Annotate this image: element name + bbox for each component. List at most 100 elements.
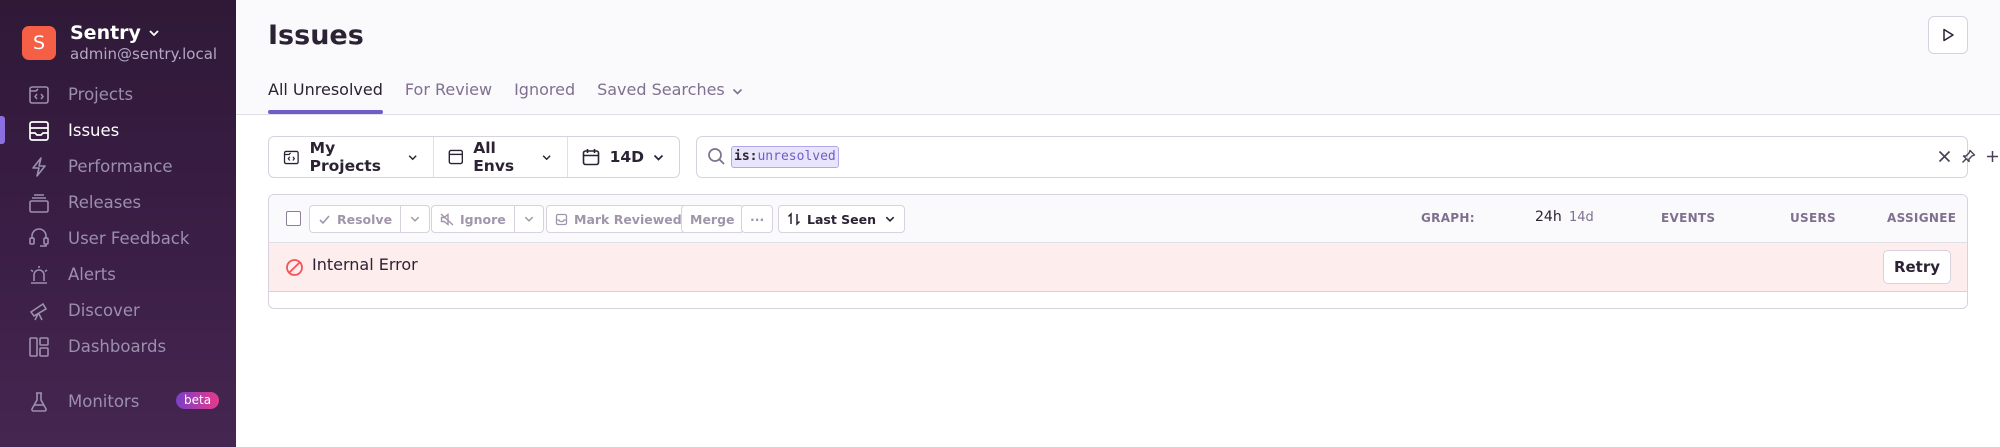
search-icon (708, 148, 725, 165)
plus-icon[interactable] (1985, 149, 2000, 164)
search-query-token[interactable]: is:unresolved (731, 146, 839, 168)
sort-button[interactable]: Last Seen (778, 205, 906, 233)
more-actions-button[interactable]: ··· (741, 205, 774, 233)
pin-icon[interactable] (1961, 149, 1976, 164)
graph-column-label: GRAPH: (1421, 211, 1475, 225)
monitors-icon (31, 392, 47, 412)
search-input[interactable]: is:unresolved (696, 136, 1998, 178)
ignore-button[interactable]: Ignore (432, 206, 515, 232)
resolve-dropdown-button[interactable] (401, 206, 429, 232)
sidebar-item-projects[interactable]: Projects (0, 76, 236, 112)
tab-label: Ignored (514, 80, 576, 99)
date-range-filter-label: 14D (609, 148, 644, 166)
projects-icon (283, 150, 299, 164)
error-icon (286, 259, 303, 276)
issue-tabs: All Unresolved For Review Ignored Saved … (268, 80, 766, 114)
resolve-button-group: Resolve (309, 205, 431, 233)
sidebar-item-monitors[interactable]: Monitors beta (0, 383, 236, 419)
assignee-column-label: ASSIGNEE (1887, 211, 1957, 225)
discover-icon (29, 302, 48, 321)
sidebar-item-releases[interactable]: Releases (0, 184, 236, 220)
sidebar-item-label: User Feedback (68, 228, 190, 248)
beta-badge: beta (176, 392, 220, 409)
issue-list-header: Resolve Ignore Mark Reviewed Merge ··· L… (269, 195, 1967, 243)
tab-label: All Unresolved (268, 80, 383, 99)
window-icon (448, 149, 463, 165)
page-filter-bar: My Projects All Envs 14D (268, 136, 680, 178)
more-actions-label: ··· (750, 211, 765, 227)
graph-period-14d[interactable]: 14d (1569, 210, 1594, 225)
sidebar-item-label: Discover (68, 300, 140, 320)
chevron-down-icon (542, 154, 551, 160)
projects-icon (29, 86, 49, 104)
tab-ignored[interactable]: Ignored (514, 80, 575, 114)
search-value: unresolved (757, 149, 836, 164)
play-icon (1943, 28, 1954, 42)
merge-button[interactable]: Merge (681, 205, 744, 233)
select-all-checkbox[interactable] (286, 211, 301, 226)
error-alert: Internal Error Retry (269, 243, 1967, 292)
clear-icon[interactable] (1937, 149, 1952, 164)
sort-label: Last Seen (807, 211, 877, 227)
sidebar-item-discover[interactable]: Discover (0, 292, 236, 328)
tab-label: For Review (404, 80, 493, 99)
active-indicator (0, 116, 5, 144)
events-column-label: EVENTS (1661, 211, 1716, 225)
merge-label: Merge (690, 211, 735, 227)
issues-icon (29, 121, 49, 141)
page-header: Issues All Unresolved For Review Ignored… (236, 0, 2000, 115)
inbox-icon (555, 213, 568, 225)
org-name: Sentry (70, 22, 141, 44)
chevron-down-icon (732, 88, 742, 95)
user-feedback-icon (29, 228, 49, 247)
org-avatar: S (22, 25, 56, 60)
sidebar-item-label: Issues (68, 120, 120, 140)
chevron-down-icon (408, 154, 417, 160)
project-filter-label: My Projects (309, 139, 381, 175)
chevron-down-icon (410, 216, 420, 222)
releases-icon (29, 194, 49, 213)
issue-list-panel: Resolve Ignore Mark Reviewed Merge ··· L… (268, 194, 1968, 309)
org-email: admin@sentry.local (70, 45, 218, 63)
graph-period-24h[interactable]: 24h (1535, 209, 1562, 225)
tab-label: Saved Searches (597, 80, 725, 99)
sort-icon (787, 212, 801, 226)
alerts-icon (30, 266, 48, 284)
tab-for-review[interactable]: For Review (405, 80, 492, 114)
sidebar-item-alerts[interactable]: Alerts (0, 256, 236, 292)
search-key: is (734, 149, 750, 164)
tab-all-unresolved[interactable]: All Unresolved (268, 80, 383, 114)
resolve-button[interactable]: Resolve (310, 206, 402, 232)
chevron-down-icon (885, 216, 895, 222)
project-filter[interactable]: My Projects (269, 137, 434, 177)
chevron-down-icon (524, 216, 533, 222)
sidebar-item-user-feedback[interactable]: User Feedback (0, 220, 236, 256)
tab-saved-searches[interactable]: Saved Searches (597, 80, 744, 114)
sidebar-item-dashboards[interactable]: Dashboards (0, 328, 236, 364)
calendar-icon (582, 149, 599, 166)
page-title: Issues (268, 20, 364, 51)
sidebar-item-performance[interactable]: Performance (0, 148, 236, 184)
users-column-label: USERS (1790, 211, 1836, 225)
sidebar-item-label: Performance (68, 156, 173, 176)
environment-filter[interactable]: All Envs (434, 137, 568, 177)
mark-reviewed-label: Mark Reviewed (574, 211, 682, 227)
sidebar-item-label: Projects (68, 84, 134, 104)
resolve-label: Resolve (337, 211, 393, 227)
chevron-down-icon (149, 30, 159, 37)
dashboards-icon (29, 337, 49, 357)
error-message: Internal Error (312, 255, 418, 274)
environment-filter-label: All Envs (473, 139, 515, 175)
retry-button[interactable]: Retry (1883, 250, 1951, 284)
sidebar-item-label: Monitors (68, 391, 140, 411)
sidebar: S Sentry admin@sentry.local Projects Iss… (0, 0, 236, 447)
sidebar-item-label: Alerts (68, 264, 116, 284)
ignore-button-group: Ignore (431, 205, 544, 233)
ignore-dropdown-button[interactable] (515, 206, 543, 232)
sidebar-item-issues[interactable]: Issues (0, 112, 236, 148)
mark-reviewed-button[interactable]: Mark Reviewed (546, 205, 691, 233)
date-range-filter[interactable]: 14D (568, 137, 679, 177)
org-switcher[interactable]: S Sentry admin@sentry.local (22, 22, 217, 63)
play-button[interactable] (1928, 16, 1968, 54)
sidebar-item-label: Dashboards (68, 336, 167, 356)
